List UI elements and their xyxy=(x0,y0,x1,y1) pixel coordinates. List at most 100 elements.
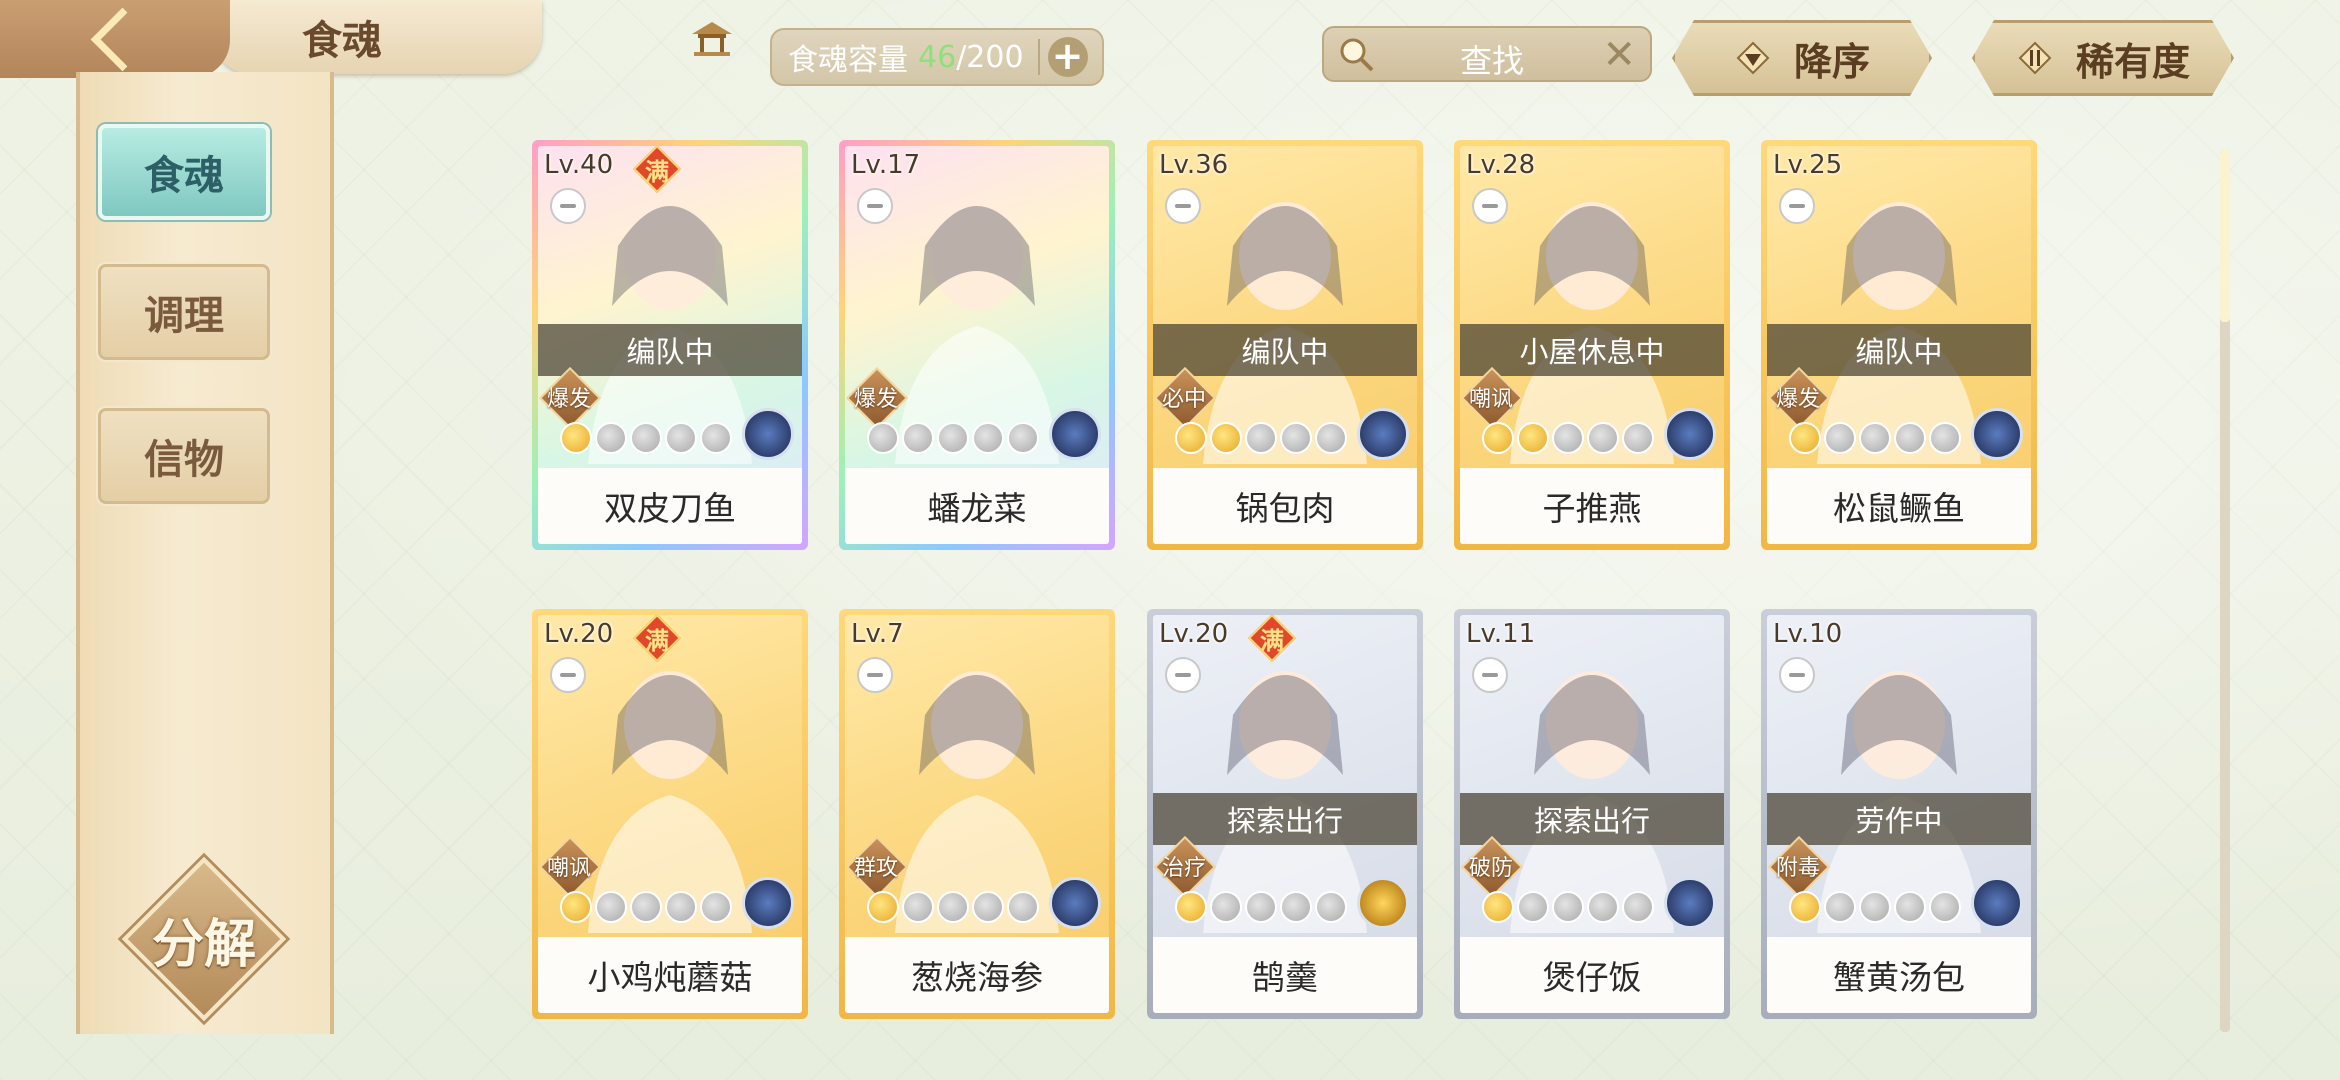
card-inner: Lv.20 满嘲讽 小鸡炖蘑菇 xyxy=(538,615,802,1013)
role-label: 必中 xyxy=(1161,387,1206,412)
lock-icon[interactable] xyxy=(857,188,893,224)
role-label: 爆发 xyxy=(546,387,591,412)
expand-capacity-button[interactable]: + xyxy=(1047,37,1088,77)
tab-food-souls[interactable]: 食魂 xyxy=(98,124,270,220)
lock-icon[interactable] xyxy=(857,657,893,693)
food-soul-card[interactable]: Lv.25 编队中 爆发 松鼠鳜鱼 xyxy=(1761,140,2037,550)
role-badge: 必中 xyxy=(1153,366,1217,430)
food-soul-card[interactable]: Lv.17 爆发 蟠龙菜 xyxy=(839,140,1115,550)
star-icon xyxy=(700,891,732,923)
lock-icon[interactable] xyxy=(1165,657,1201,693)
sort-rarity-button[interactable]: 稀有度 xyxy=(1972,20,2234,96)
food-soul-card[interactable]: Lv.36 编队中 必中 锅包肉 xyxy=(1147,140,1423,550)
role-badge: 治疗 xyxy=(1153,835,1217,899)
back-button[interactable] xyxy=(0,0,230,78)
status-banner: 编队中 xyxy=(538,324,802,376)
star-icon xyxy=(1859,422,1891,454)
capacity-max: /200 xyxy=(956,39,1024,75)
lock-icon[interactable] xyxy=(550,188,586,224)
lock-icon[interactable] xyxy=(1779,188,1815,224)
star-icon xyxy=(1315,891,1347,923)
pavilion-icon[interactable] xyxy=(690,20,734,56)
sort-desc-button[interactable]: 降序 xyxy=(1672,20,1932,96)
card-inner: Lv.10 劳作中 附毒 蟹黄汤包 xyxy=(1767,615,2031,1013)
swap-arrows-icon xyxy=(2016,39,2054,77)
card-inner: Lv.17 爆发 蟠龙菜 xyxy=(845,146,1109,544)
role-label: 爆发 xyxy=(853,387,898,412)
food-soul-card[interactable]: Lv.11 探索出行 破防 煲仔饭 xyxy=(1454,609,1730,1019)
tab-tokens[interactable]: 信物 xyxy=(98,408,270,504)
star-icon xyxy=(902,422,934,454)
tab-seasoning[interactable]: 调理 xyxy=(98,264,270,360)
star-icon xyxy=(665,422,697,454)
sort-desc-label: 降序 xyxy=(1793,39,1870,84)
card-inner: Lv.11 探索出行 破防 煲仔饭 xyxy=(1460,615,1724,1013)
title-tab: 食魂 xyxy=(212,0,732,74)
star-rating xyxy=(560,891,732,923)
element-icon xyxy=(1664,408,1716,460)
star-rating xyxy=(1175,891,1347,923)
level-label: Lv.25 xyxy=(1773,150,1843,180)
back-arrow-icon xyxy=(90,7,154,71)
star-icon xyxy=(1175,891,1207,923)
card-inner: Lv.36 编队中 必中 锅包肉 xyxy=(1153,146,1417,544)
decompose-button[interactable]: 分解 xyxy=(120,856,288,1022)
level-label: Lv.28 xyxy=(1466,150,1536,180)
star-icon xyxy=(1552,422,1584,454)
tab-label: 食魂 xyxy=(144,152,224,199)
max-level-text: 满 xyxy=(645,626,669,655)
status-banner: 小屋休息中 xyxy=(1460,324,1724,376)
lock-icon[interactable] xyxy=(1165,188,1201,224)
tab-label: 调理 xyxy=(144,292,224,339)
status-banner: 探索出行 xyxy=(1460,793,1724,845)
role-label: 群攻 xyxy=(853,856,898,881)
status-banner: 探索出行 xyxy=(1153,793,1417,845)
scrollbar[interactable] xyxy=(2220,150,2230,1032)
role-label: 附毒 xyxy=(1775,856,1820,881)
element-icon xyxy=(742,877,794,929)
food-soul-card[interactable]: Lv.7 群攻 葱烧海参 xyxy=(839,609,1115,1019)
star-rating xyxy=(867,891,1039,923)
star-icon xyxy=(560,891,592,923)
search-field[interactable]: 查找 ✕ xyxy=(1322,26,1652,82)
star-icon xyxy=(1894,891,1926,923)
star-rating xyxy=(560,422,732,454)
food-soul-card[interactable]: Lv.20 满探索出行 治疗 鹄羹 xyxy=(1147,609,1423,1019)
star-icon xyxy=(1587,422,1619,454)
element-icon xyxy=(742,408,794,460)
level-label: Lv.36 xyxy=(1159,150,1229,180)
capacity-current: 46 xyxy=(918,39,957,75)
star-rating xyxy=(1482,891,1654,923)
scrollbar-thumb[interactable] xyxy=(2220,150,2230,322)
level-label: Lv.7 xyxy=(851,619,904,649)
level-label: Lv.10 xyxy=(1773,619,1843,649)
element-icon xyxy=(1049,408,1101,460)
food-soul-card[interactable]: Lv.40 满编队中 爆发 双皮刀鱼 xyxy=(532,140,808,550)
star-icon xyxy=(1622,422,1654,454)
role-label: 爆发 xyxy=(1775,387,1820,412)
star-icon xyxy=(1517,891,1549,923)
food-soul-card[interactable]: Lv.10 劳作中 附毒 蟹黄汤包 xyxy=(1761,609,2037,1019)
role-badge: 嘲讽 xyxy=(538,835,602,899)
star-icon xyxy=(1929,422,1961,454)
sort-rarity-label: 稀有度 xyxy=(2075,39,2190,84)
card-name: 鹄羹 xyxy=(1153,937,1417,1013)
capacity-display: 食魂容量 46 /200 + xyxy=(770,28,1104,86)
status-banner: 编队中 xyxy=(1153,324,1417,376)
level-label: Lv.11 xyxy=(1466,619,1536,649)
decompose-label: 分解 xyxy=(151,913,256,975)
food-soul-card[interactable]: Lv.20 满嘲讽 小鸡炖蘑菇 xyxy=(532,609,808,1019)
food-soul-card[interactable]: Lv.28 小屋休息中 嘲讽 子推燕 xyxy=(1454,140,1730,550)
card-inner: Lv.20 满探索出行 治疗 鹄羹 xyxy=(1153,615,1417,1013)
status-banner: 劳作中 xyxy=(1767,793,2031,845)
element-icon xyxy=(1664,877,1716,929)
lock-icon[interactable] xyxy=(1472,188,1508,224)
clear-search-icon[interactable]: ✕ xyxy=(1602,32,1636,78)
card-name: 松鼠鳜鱼 xyxy=(1767,468,2031,544)
lock-icon[interactable] xyxy=(1779,657,1815,693)
role-label: 嘲讽 xyxy=(546,856,591,881)
page-title: 食魂 xyxy=(302,17,382,64)
lock-icon[interactable] xyxy=(550,657,586,693)
element-icon xyxy=(1049,877,1101,929)
lock-icon[interactable] xyxy=(1472,657,1508,693)
